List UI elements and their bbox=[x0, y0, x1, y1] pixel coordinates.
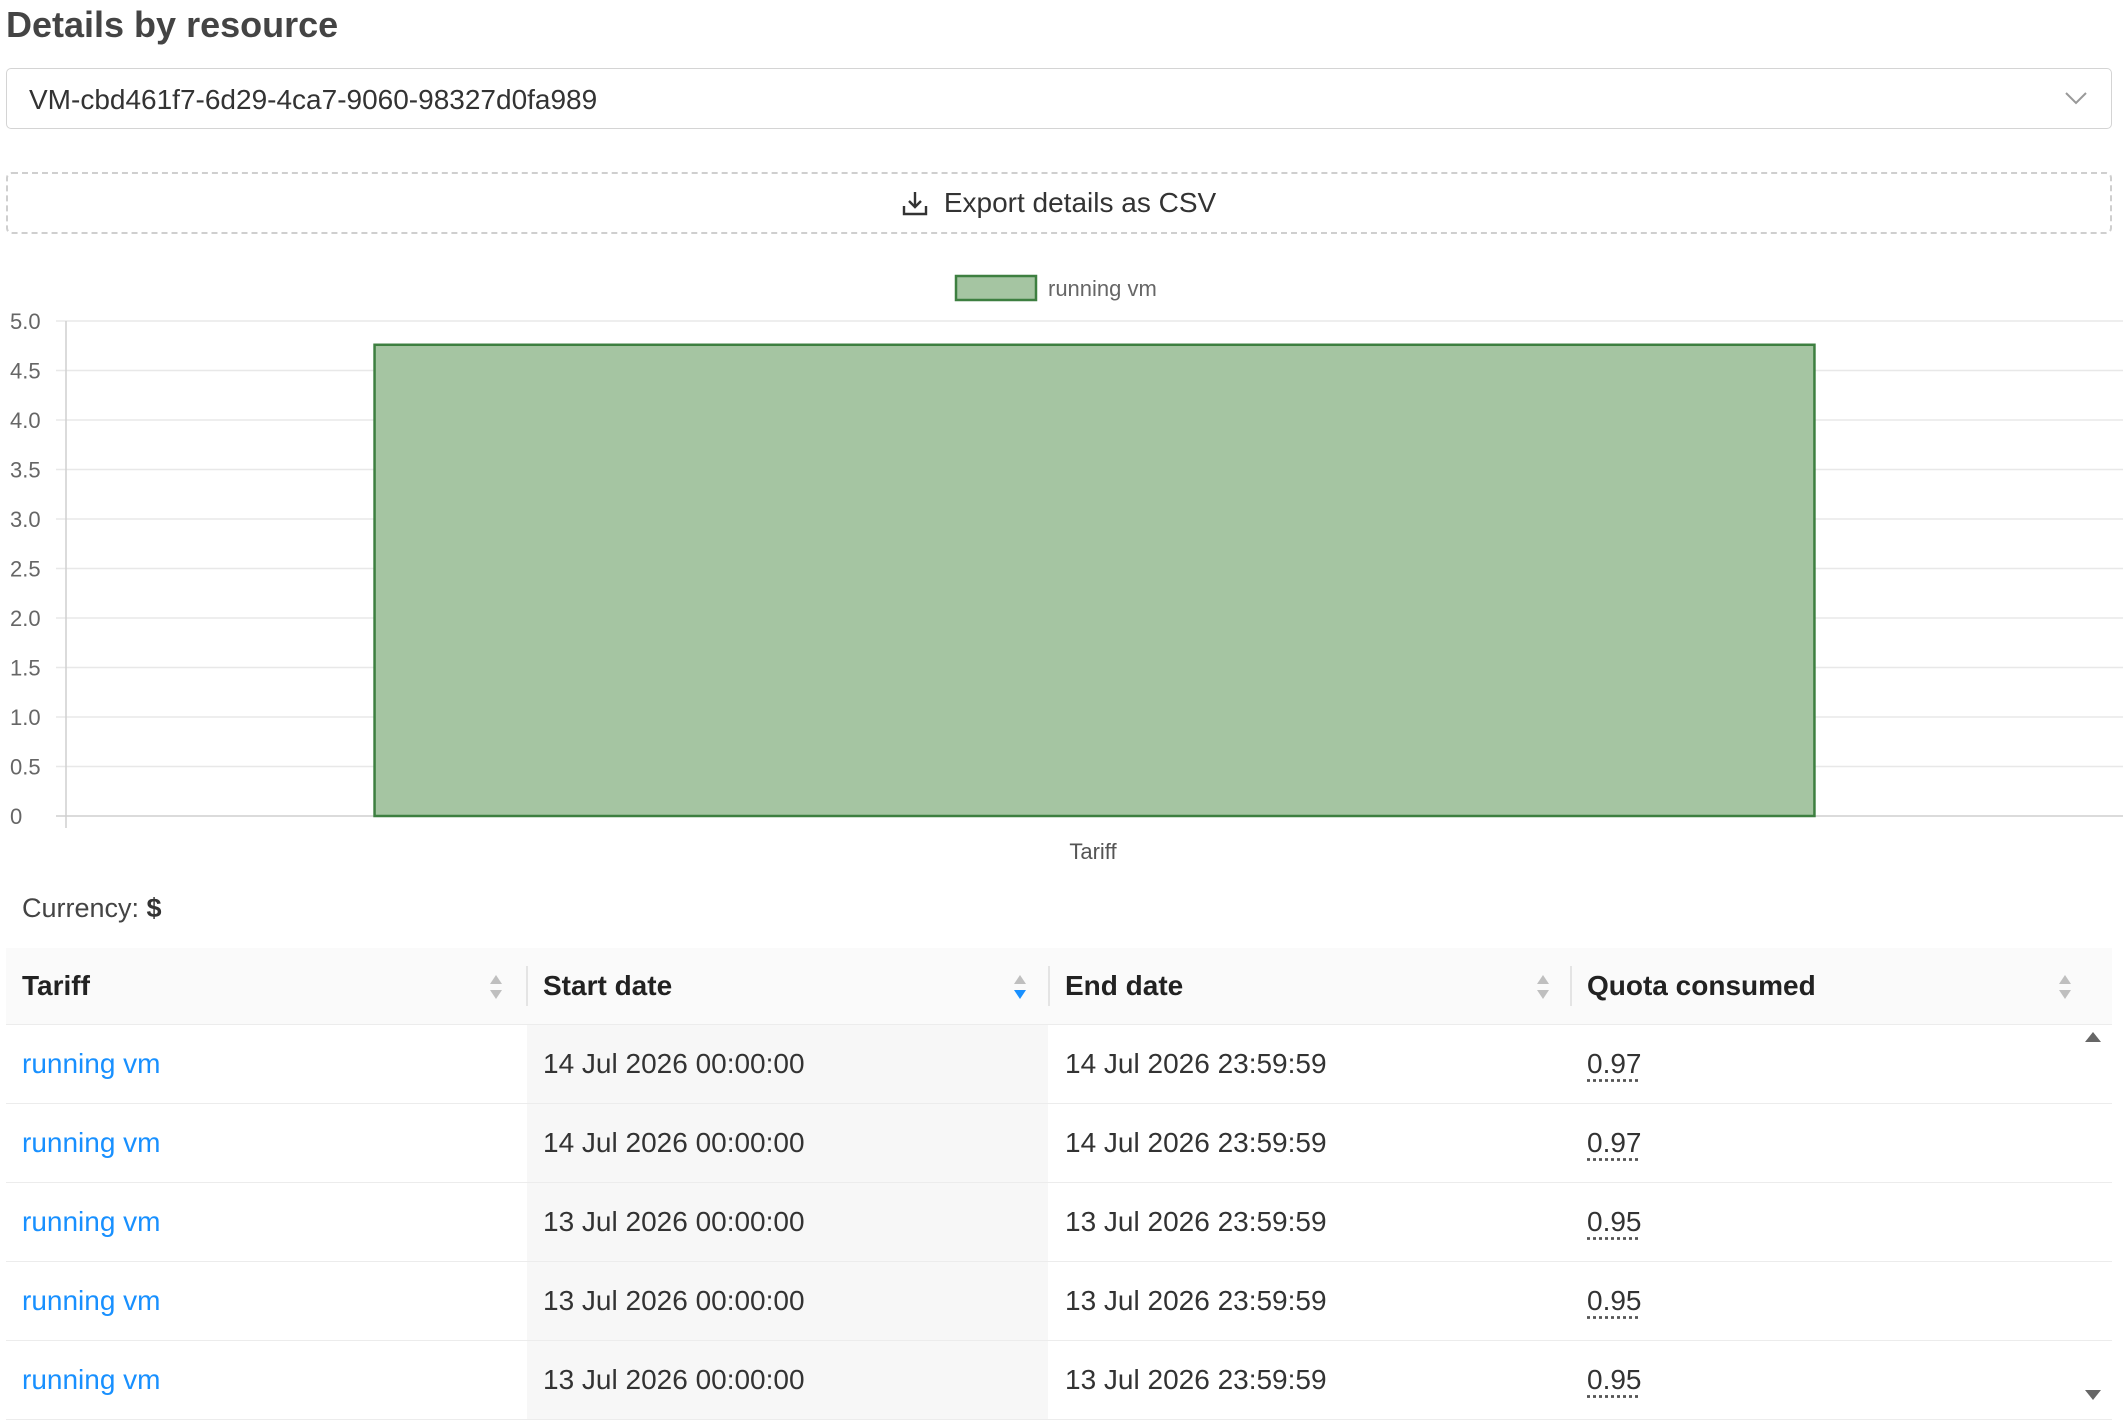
table-row: running vm 14 Jul 2026 00:00:00 14 Jul 2… bbox=[6, 1104, 2112, 1183]
tariff-link[interactable]: running vm bbox=[6, 1183, 161, 1261]
scroll-down-arrow-icon[interactable] bbox=[2083, 1388, 2103, 1402]
column-header-label: Start date bbox=[543, 970, 672, 1002]
export-csv-label: Export details as CSV bbox=[944, 187, 1216, 219]
start-date-cell: 13 Jul 2026 00:00:00 bbox=[527, 1183, 805, 1261]
y-tick-label: 4.0 bbox=[10, 408, 41, 433]
y-tick-label: 5.0 bbox=[10, 309, 41, 334]
column-header-label: End date bbox=[1065, 970, 1183, 1002]
y-tick-label: 1.5 bbox=[10, 656, 41, 681]
currency-label: Currency: bbox=[22, 893, 139, 923]
start-date-cell: 13 Jul 2026 00:00:00 bbox=[527, 1262, 805, 1340]
end-date-cell: 14 Jul 2026 23:59:59 bbox=[1049, 1104, 1327, 1182]
table-row: running vm 13 Jul 2026 00:00:00 13 Jul 2… bbox=[6, 1262, 2112, 1341]
y-tick-label: 3.0 bbox=[10, 507, 41, 532]
end-date-cell: 13 Jul 2026 23:59:59 bbox=[1049, 1183, 1327, 1261]
table-row: running vm 13 Jul 2026 00:00:00 13 Jul 2… bbox=[6, 1183, 2112, 1262]
start-date-cell: 13 Jul 2026 00:00:00 bbox=[527, 1341, 805, 1419]
y-tick-label: 4.5 bbox=[10, 359, 41, 384]
table-header: Tariff Start date End date Quota consume… bbox=[6, 948, 2112, 1025]
column-header-label: Tariff bbox=[22, 970, 90, 1002]
page-title: Details by resource bbox=[6, 4, 338, 46]
quota-consumed-value[interactable]: 0.97 bbox=[1587, 1127, 1642, 1159]
end-date-cell: 13 Jul 2026 23:59:59 bbox=[1049, 1341, 1327, 1419]
quota-consumed-value[interactable]: 0.95 bbox=[1587, 1285, 1642, 1317]
y-tick-label: 3.5 bbox=[10, 458, 41, 483]
tariff-link[interactable]: running vm bbox=[6, 1262, 161, 1340]
tariff-link[interactable]: running vm bbox=[6, 1341, 161, 1419]
legend-label-running-vm[interactable]: running vm bbox=[1048, 276, 1157, 301]
y-tick-label: 1.0 bbox=[10, 705, 41, 730]
y-tick-label: 0 bbox=[10, 804, 22, 829]
quota-consumed-value[interactable]: 0.95 bbox=[1587, 1206, 1642, 1238]
details-table: Tariff Start date End date Quota consume… bbox=[6, 948, 2112, 1420]
column-header-tariff[interactable]: Tariff bbox=[6, 948, 526, 1024]
quota-consumed-value[interactable]: 0.97 bbox=[1587, 1048, 1642, 1080]
column-header-end-date[interactable]: End date bbox=[1049, 948, 1570, 1024]
column-header-quota-consumed[interactable]: Quota consumed bbox=[1571, 948, 2112, 1024]
quota-consumed-value[interactable]: 0.95 bbox=[1587, 1364, 1642, 1396]
y-tick-label: 2.0 bbox=[10, 606, 41, 631]
legend-swatch-running-vm[interactable] bbox=[956, 276, 1036, 300]
tariff-link[interactable]: running vm bbox=[6, 1104, 161, 1182]
sort-icon[interactable] bbox=[2057, 972, 2073, 1002]
currency-line: Currency: $ bbox=[22, 893, 162, 924]
export-csv-button[interactable]: Export details as CSV bbox=[6, 172, 2112, 234]
y-tick-label: 2.5 bbox=[10, 557, 41, 582]
download-icon bbox=[902, 190, 928, 216]
sort-icon[interactable] bbox=[1535, 972, 1551, 1002]
start-date-cell: 14 Jul 2026 00:00:00 bbox=[527, 1025, 805, 1103]
sort-icon[interactable] bbox=[488, 972, 504, 1002]
column-header-start-date[interactable]: Start date bbox=[527, 948, 1048, 1024]
table-row: running vm 13 Jul 2026 00:00:00 13 Jul 2… bbox=[6, 1341, 2112, 1420]
chevron-down-icon bbox=[2063, 85, 2089, 111]
table-row: running vm 14 Jul 2026 00:00:00 14 Jul 2… bbox=[6, 1025, 2112, 1104]
end-date-cell: 14 Jul 2026 23:59:59 bbox=[1049, 1025, 1327, 1103]
x-axis-category-label: Tariff bbox=[1069, 839, 1117, 864]
column-header-label: Quota consumed bbox=[1587, 970, 1816, 1002]
resource-select-value: VM-cbd461f7-6d29-4ca7-9060-98327d0fa989 bbox=[29, 84, 597, 116]
sort-descending-icon[interactable] bbox=[1012, 972, 1028, 1002]
quota-bar-chart: 0 0.5 1.0 1.5 2.0 2.5 3.0 3.5 4.0 4.5 5.0 running … bbox=[0, 255, 2123, 875]
tariff-link[interactable]: running vm bbox=[6, 1025, 161, 1103]
resource-select[interactable]: VM-cbd461f7-6d29-4ca7-9060-98327d0fa989 bbox=[6, 68, 2112, 129]
bar-running-vm[interactable] bbox=[375, 345, 1815, 816]
currency-symbol: $ bbox=[147, 893, 162, 923]
scroll-up-arrow-icon[interactable] bbox=[2083, 1030, 2103, 1044]
end-date-cell: 13 Jul 2026 23:59:59 bbox=[1049, 1262, 1327, 1340]
y-tick-label: 0.5 bbox=[10, 755, 41, 780]
start-date-cell: 14 Jul 2026 00:00:00 bbox=[527, 1104, 805, 1182]
